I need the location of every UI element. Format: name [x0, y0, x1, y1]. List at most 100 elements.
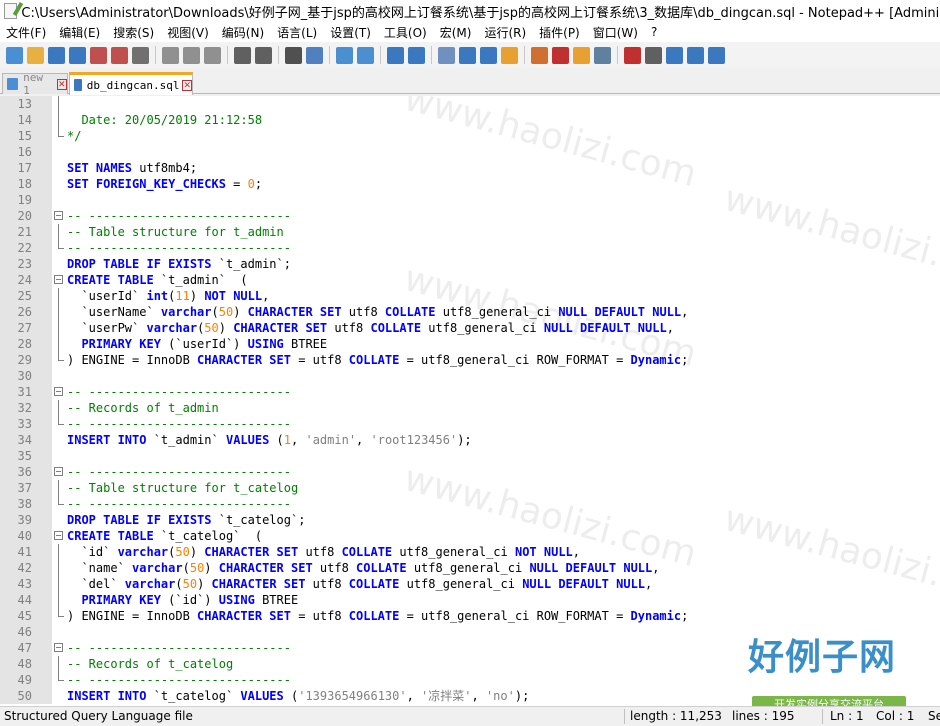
code-line[interactable]: 40 CREATE TABLE `t_catelog` ( — [0, 528, 940, 544]
code-line[interactable]: 14 Date: 20/05/2019 21:12:58 — [0, 112, 940, 128]
find-icon[interactable] — [285, 46, 302, 64]
fold-margin[interactable] — [52, 640, 66, 656]
code-line[interactable]: 15 */ — [0, 128, 940, 144]
undo-icon[interactable] — [234, 46, 251, 64]
play-icon[interactable] — [666, 46, 683, 64]
indent-guide-icon[interactable] — [480, 46, 497, 64]
code-token: ) — [204, 561, 219, 575]
close-icon[interactable]: ✕ — [56, 78, 67, 90]
menu-item[interactable]: 编码(N) — [216, 24, 271, 41]
menu-item[interactable]: 设置(T) — [324, 24, 378, 41]
fold-margin[interactable] — [52, 528, 66, 544]
code-line[interactable]: 43 `del` varchar(50) CHARACTER SET utf8 … — [0, 576, 940, 592]
code-line[interactable]: 27 `userPw` varchar(50) CHARACTER SET ut… — [0, 320, 940, 336]
menu-item[interactable]: 工具(O) — [378, 24, 434, 41]
fold-minus-icon[interactable] — [54, 387, 63, 396]
code-line[interactable]: 17 SET NAMES utf8mb4; — [0, 160, 940, 176]
doc-map-icon[interactable] — [531, 46, 548, 64]
wrap-icon[interactable] — [438, 46, 455, 64]
stop-icon[interactable] — [645, 46, 662, 64]
code-line[interactable]: 18 SET FOREIGN_KEY_CHECKS = 0; — [0, 176, 940, 192]
replace-icon[interactable] — [306, 46, 323, 64]
code-line[interactable]: 33 -- ---------------------------- — [0, 416, 940, 432]
copy-icon[interactable] — [183, 46, 200, 64]
fold-minus-icon[interactable] — [54, 275, 63, 284]
zoom-in-icon[interactable] — [336, 46, 353, 64]
fold-minus-icon[interactable] — [54, 531, 63, 540]
tab-db-dingcan[interactable]: db_dingcan.sql ✕ — [69, 72, 193, 95]
menu-item[interactable]: 搜索(S) — [107, 24, 161, 41]
menu-item[interactable]: 宏(M) — [434, 24, 479, 41]
folder-workspace-icon[interactable] — [573, 46, 590, 64]
function-list-icon[interactable] — [552, 46, 569, 64]
fold-minus-icon[interactable] — [54, 211, 63, 220]
close-all-icon[interactable] — [111, 46, 128, 64]
code-line[interactable]: 20 -- ---------------------------- — [0, 208, 940, 224]
code-line[interactable]: 47 -- ---------------------------- — [0, 640, 940, 656]
code-line[interactable]: 32 -- Records of t_admin — [0, 400, 940, 416]
print-icon[interactable] — [132, 46, 149, 64]
code-editor[interactable]: www.haolizi.com www.haolizi.com www.haol… — [0, 96, 940, 706]
code-line[interactable]: 31 -- ---------------------------- — [0, 384, 940, 400]
menu-item[interactable]: 文件(F) — [0, 24, 53, 41]
new-file-icon[interactable] — [6, 46, 23, 64]
code-line[interactable]: 42 `name` varchar(50) CHARACTER SET utf8… — [0, 560, 940, 576]
code-line[interactable]: 24 CREATE TABLE `t_admin` ( — [0, 272, 940, 288]
fold-margin[interactable] — [52, 208, 66, 224]
code-line[interactable]: 48 -- Records of t_catelog — [0, 656, 940, 672]
code-line[interactable]: 37 -- Table structure for t_catelog — [0, 480, 940, 496]
paste-icon[interactable] — [204, 46, 221, 64]
all-chars-icon[interactable] — [459, 46, 476, 64]
code-line[interactable]: 50 INSERT INTO `t_catelog` VALUES ('13936… — [0, 688, 940, 704]
open-file-icon[interactable] — [27, 46, 44, 64]
fold-margin[interactable] — [52, 272, 66, 288]
monitor-icon[interactable] — [594, 46, 611, 64]
cut-icon[interactable] — [162, 46, 179, 64]
code-line[interactable]: 29) ENGINE = InnoDB CHARACTER SET = utf8… — [0, 352, 940, 368]
menu-item[interactable]: 语言(L) — [271, 24, 324, 41]
save-all-icon[interactable] — [69, 46, 86, 64]
code-line[interactable]: 25 `userId` int(11) NOT NULL, — [0, 288, 940, 304]
save-icon[interactable] — [48, 46, 65, 64]
code-line[interactable]: 22 -- ---------------------------- — [0, 240, 940, 256]
close-icon[interactable]: ✕ — [182, 79, 192, 91]
code-line[interactable]: 26 `userName` varchar(50) CHARACTER SET … — [0, 304, 940, 320]
code-line[interactable]: 45) ENGINE = InnoDB CHARACTER SET = utf8… — [0, 608, 940, 624]
play-multi-icon[interactable] — [687, 46, 704, 64]
fold-margin[interactable] — [52, 464, 66, 480]
fold-minus-icon[interactable] — [54, 643, 63, 652]
code-line[interactable]: 13 — [0, 96, 940, 112]
menu-item[interactable]: 运行(R) — [478, 24, 533, 41]
code-line[interactable]: 30 — [0, 368, 940, 384]
menu-item[interactable]: 编辑(E) — [53, 24, 107, 41]
record-icon[interactable] — [624, 46, 641, 64]
code-line[interactable]: 36 -- ---------------------------- — [0, 464, 940, 480]
menu-item[interactable]: 视图(V) — [161, 24, 216, 41]
code-line[interactable]: 49 -- ---------------------------- — [0, 672, 940, 688]
code-line[interactable]: 39 DROP TABLE IF EXISTS `t_catelog`; — [0, 512, 940, 528]
fold-minus-icon[interactable] — [54, 467, 63, 476]
tab-new-1[interactable]: new 1 ✕ — [2, 71, 68, 97]
udl-icon[interactable] — [501, 46, 518, 64]
close-icon[interactable] — [90, 46, 107, 64]
code-line[interactable]: 38 -- ---------------------------- — [0, 496, 940, 512]
redo-icon[interactable] — [255, 46, 272, 64]
menu-item[interactable]: 插件(P) — [533, 24, 587, 41]
menu-item[interactable]: ? — [645, 25, 664, 39]
sync-h-icon[interactable] — [408, 46, 425, 64]
save-macro-icon[interactable] — [708, 46, 725, 64]
zoom-out-icon[interactable] — [357, 46, 374, 64]
code-line[interactable]: 28 PRIMARY KEY (`userId`) USING BTREE — [0, 336, 940, 352]
sync-v-icon[interactable] — [387, 46, 404, 64]
code-line[interactable]: 21 -- Table structure for t_admin — [0, 224, 940, 240]
code-line[interactable]: 41 `id` varchar(50) CHARACTER SET utf8 C… — [0, 544, 940, 560]
fold-margin[interactable] — [52, 384, 66, 400]
code-line[interactable]: 34 INSERT INTO `t_admin` VALUES (1, 'admi… — [0, 432, 940, 448]
code-line[interactable]: 44 PRIMARY KEY (`id`) USING BTREE — [0, 592, 940, 608]
code-line[interactable]: 16 — [0, 144, 940, 160]
code-line[interactable]: 23 DROP TABLE IF EXISTS `t_admin`; — [0, 256, 940, 272]
code-line[interactable]: 46 — [0, 624, 940, 640]
menu-item[interactable]: 窗口(W) — [587, 24, 645, 41]
code-line[interactable]: 35 — [0, 448, 940, 464]
code-line[interactable]: 19 — [0, 192, 940, 208]
